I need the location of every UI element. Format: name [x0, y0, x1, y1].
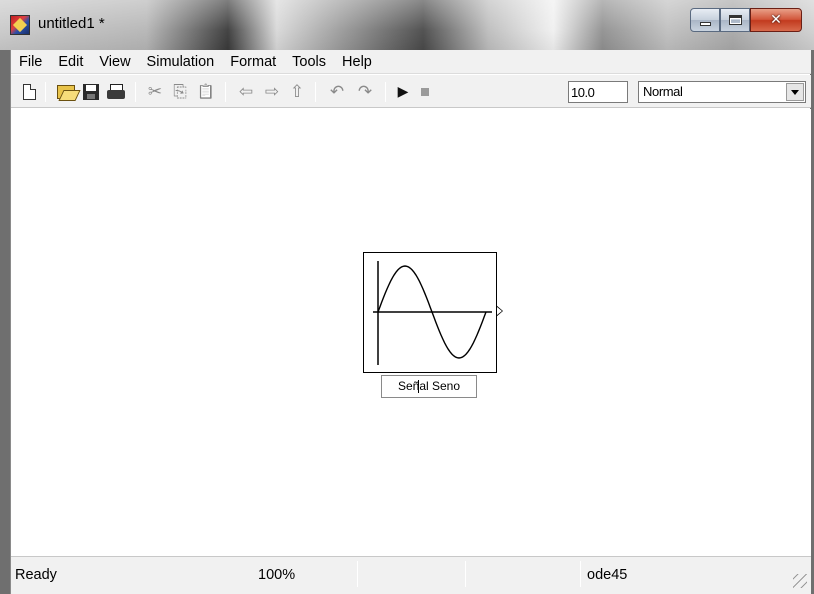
title-bar[interactable]: untitled1 * ✕ — [0, 0, 814, 50]
copy-button[interactable]: ⎘ — [169, 83, 191, 101]
resize-grip-icon[interactable] — [793, 574, 807, 588]
start-simulation-icon: ▶ — [397, 84, 409, 100]
back-button[interactable]: ⇦ — [235, 83, 257, 101]
simulation-mode-select[interactable]: Normal — [638, 81, 806, 103]
menu-help[interactable]: Help — [334, 50, 380, 74]
minimize-button[interactable] — [690, 8, 720, 32]
output-port[interactable] — [496, 305, 503, 317]
menu-format[interactable]: Format — [222, 50, 284, 74]
print-icon — [107, 84, 125, 100]
toolbar-separator — [225, 82, 226, 102]
status-bar: Ready 100% ode45 — [11, 556, 811, 594]
menu-bar: File Edit View Simulation Format Tools H… — [11, 50, 811, 74]
forward-icon: ⇨ — [264, 82, 280, 102]
new-model-icon — [22, 84, 36, 100]
model-window: File Edit View Simulation Format Tools H… — [10, 50, 811, 594]
menu-edit[interactable]: Edit — [50, 50, 91, 74]
block-name-text-start: Señ — [397, 379, 420, 393]
dropdown-arrow-icon[interactable] — [786, 83, 804, 101]
save-icon — [83, 84, 99, 100]
status-divider — [357, 561, 358, 587]
toolbar-separator — [135, 82, 136, 102]
print-button[interactable] — [105, 83, 127, 101]
caption-buttons: ✕ — [690, 8, 802, 32]
minimize-icon — [699, 22, 711, 26]
back-icon: ⇦ — [238, 82, 254, 102]
status-divider — [580, 561, 581, 587]
sine-wave-icon — [373, 261, 492, 365]
solver-name: ode45 — [587, 567, 628, 583]
close-button[interactable]: ✕ — [750, 8, 802, 32]
undo-button[interactable]: ↶ — [325, 83, 349, 101]
cut-icon: ✂ — [147, 82, 163, 102]
forward-button[interactable]: ⇨ — [261, 83, 283, 101]
cut-button[interactable]: ✂ — [145, 83, 165, 101]
paste-button[interactable]: 📋 — [195, 83, 217, 101]
menu-view[interactable]: View — [91, 50, 138, 74]
up-icon: ⇧ — [289, 82, 305, 102]
stop-time-input[interactable] — [568, 81, 628, 103]
window-title: untitled1 * — [38, 15, 105, 32]
simulation-mode-value: Normal — [643, 84, 683, 99]
status-divider — [465, 561, 466, 587]
redo-icon: ↷ — [357, 82, 373, 102]
menu-file[interactable]: File — [11, 50, 50, 74]
zoom-level: 100% — [258, 567, 296, 583]
paste-icon: 📋 — [197, 84, 215, 100]
undo-icon: ↶ — [329, 82, 345, 102]
menu-tools[interactable]: Tools — [284, 50, 334, 74]
copy-icon: ⎘ — [173, 82, 187, 102]
model-canvas[interactable]: Señal Seno — [11, 109, 811, 556]
toolbar-separator — [385, 82, 386, 102]
stop-simulation-icon — [421, 88, 429, 96]
redo-button[interactable]: ↷ — [353, 83, 377, 101]
menu-simulation[interactable]: Simulation — [139, 50, 223, 74]
toolbar-separator — [45, 82, 46, 102]
new-model-button[interactable] — [21, 83, 37, 101]
toolbar-separator — [315, 82, 316, 102]
open-icon — [57, 85, 75, 99]
simulink-app-icon[interactable] — [10, 15, 30, 35]
status-text: Ready — [15, 567, 57, 583]
open-button[interactable] — [55, 83, 77, 101]
block-name-text-end: al Seno — [419, 379, 461, 393]
toolbar: ✂ ⎘ 📋 ⇦ ⇨ ⇧ ↶ ↷ ▶ 10.0 Normal — [11, 75, 811, 108]
sine-wave-block[interactable] — [363, 252, 497, 373]
start-simulation-button[interactable]: ▶ — [395, 83, 411, 101]
close-icon: ✕ — [770, 12, 782, 28]
stop-simulation-button[interactable] — [417, 83, 433, 101]
up-button[interactable]: ⇧ — [287, 83, 307, 101]
maximize-button[interactable] — [720, 8, 750, 32]
save-button[interactable] — [81, 83, 101, 101]
maximize-icon — [728, 15, 742, 25]
block-name-label[interactable]: Señal Seno — [381, 375, 477, 398]
